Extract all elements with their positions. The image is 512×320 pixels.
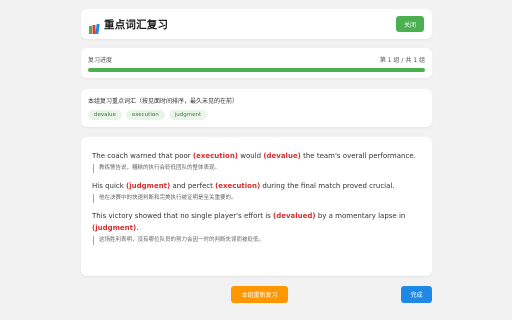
sentence-text: . <box>136 224 139 232</box>
review-page: 重点词汇复习 关闭 复习进度 第 1 组 / 共 1 组 本组复习重点词汇（按见… <box>0 0 512 320</box>
highlighted-word: (devalued) <box>273 212 316 220</box>
translation-text: 他在决赛中的快速判断和完美执行被证明是至关重要的。 <box>93 194 421 203</box>
progress-card: 复习进度 第 1 组 / 共 1 组 <box>81 48 432 78</box>
word-tags: devalue execution judgment <box>88 110 425 120</box>
sentence-text: The coach warned that poor <box>92 152 193 160</box>
progress-track <box>88 68 425 72</box>
sentence-text: This victory showed that no single playe… <box>92 212 274 220</box>
example-paragraph: The coach warned that poor (execution) w… <box>92 150 421 173</box>
header-card: 重点词汇复习 关闭 <box>81 9 432 39</box>
sentence-text: during the final match proved crucial. <box>260 182 395 190</box>
word-tag: judgment <box>168 110 208 120</box>
translation-text: 这场胜利表明，没有哪位队员的努力会因一时的判断失误而被贬低。 <box>93 236 421 245</box>
sentence-text: His quick <box>92 182 127 190</box>
highlighted-word: (devalue) <box>263 152 301 160</box>
sentence-text: would <box>238 152 264 160</box>
progress-fill <box>88 68 425 72</box>
page-title: 重点词汇复习 <box>104 18 169 31</box>
highlighted-word: (judgment) <box>92 224 137 232</box>
highlighted-word: (execution) <box>192 152 239 160</box>
progress-label: 复习进度 <box>88 57 113 64</box>
highlighted-word: (execution) <box>215 182 261 190</box>
example-paragraph: His quick (judgment) and perfect (execut… <box>92 180 421 203</box>
sentence-text: by a momentary lapse in <box>315 212 406 220</box>
content-card: The coach warned that poor (execution) w… <box>81 137 432 276</box>
sentence-text: and perfect <box>170 182 216 190</box>
word-tag: devalue <box>88 110 122 120</box>
translation-text: 教练警告说，糟糕的执行会贬低团队的整体表现。 <box>93 164 421 173</box>
word-tag: execution <box>125 110 165 120</box>
title-wrap: 重点词汇复习 <box>89 17 396 35</box>
progress-status: 第 1 组 / 共 1 组 <box>379 57 425 64</box>
done-button[interactable]: 完成 <box>401 286 432 303</box>
example-sentence: The coach warned that poor (execution) w… <box>92 150 421 162</box>
sentence-text: the team's overall performance. <box>300 152 416 160</box>
example-sentence: His quick (judgment) and perfect (execut… <box>92 180 421 192</box>
progress-row: 复习进度 第 1 组 / 共 1 组 <box>88 55 425 64</box>
highlighted-word: (judgment) <box>126 182 171 190</box>
example-sentence: This victory showed that no single playe… <box>92 210 421 234</box>
books-icon <box>89 19 100 35</box>
words-title: 本组复习重点词汇（按见面时间排序，最久未见的在前） <box>88 98 239 105</box>
close-button[interactable]: 关闭 <box>396 16 424 32</box>
review-again-button[interactable]: 本组重新复习 <box>231 286 288 303</box>
words-card: 本组复习重点词汇（按见面时间排序，最久未见的在前） devalue execut… <box>81 89 432 127</box>
example-paragraph: This victory showed that no single playe… <box>92 210 421 245</box>
